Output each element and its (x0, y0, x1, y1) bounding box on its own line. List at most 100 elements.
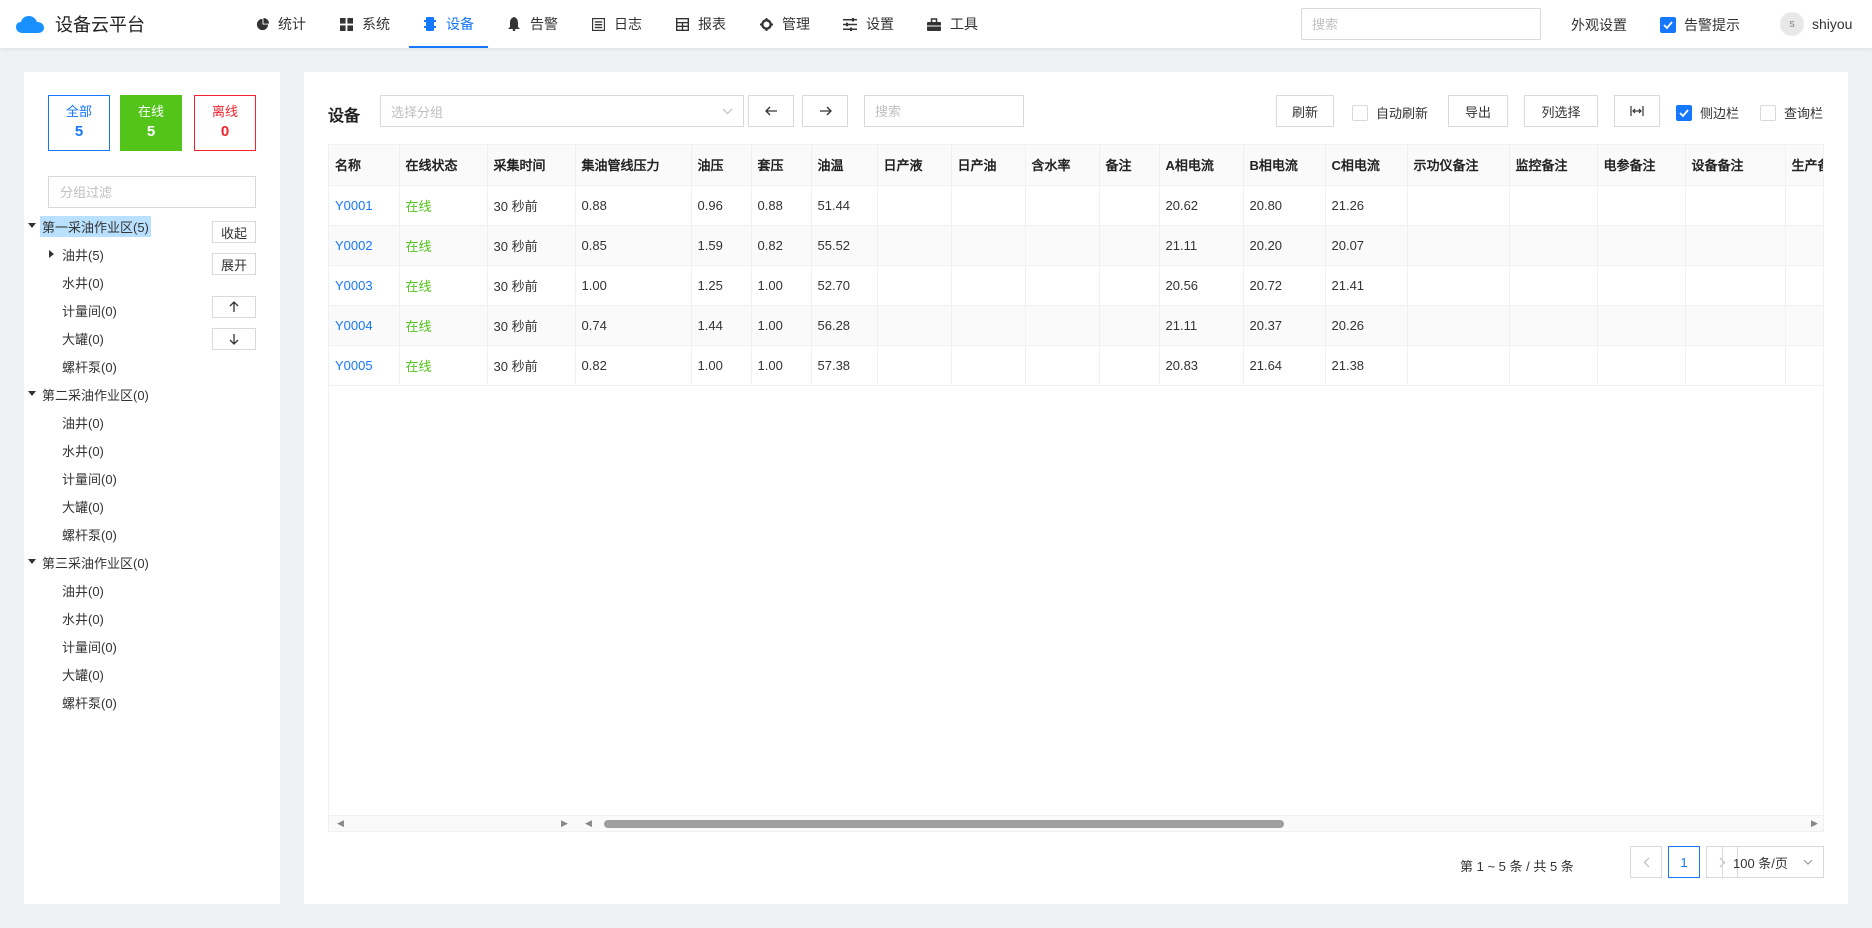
tree-node[interactable]: 大罐(0) (44, 327, 106, 349)
nav-item-stats[interactable]: 统计 (241, 0, 320, 48)
tree-node[interactable]: 大罐(0) (44, 663, 106, 685)
column-header[interactable]: 监控备注 (1509, 145, 1598, 186)
column-header[interactable]: 日产液 (877, 145, 952, 186)
column-header[interactable]: 设备备注 (1685, 145, 1786, 186)
scroll-right-icon[interactable]: ▶ (1811, 818, 1818, 829)
scrollbar-thumb[interactable] (604, 820, 1284, 828)
device-name-link[interactable]: Y0004 (329, 305, 400, 346)
stat-all-button[interactable]: 全部 5 (48, 95, 110, 151)
stat-online-button[interactable]: 在线 5 (120, 95, 182, 151)
column-header[interactable]: 生产备注 (1785, 145, 1823, 186)
column-header[interactable]: 采集时间 (487, 145, 576, 186)
device-search-input[interactable] (864, 95, 1024, 127)
page-size-select[interactable]: 100 条/页 (1722, 846, 1824, 878)
nav-item-log[interactable]: 日志 (577, 0, 656, 48)
tree-node[interactable]: 油井(0) (44, 579, 106, 601)
tree-node-label: 计量间(0) (62, 639, 117, 655)
move-down-button[interactable] (212, 328, 256, 350)
nav-item-system[interactable]: 系统 (325, 0, 404, 48)
brand[interactable]: 设备云平台 (15, 11, 215, 37)
nav-item-alarm[interactable]: 告警 (493, 0, 572, 48)
tree-node[interactable]: 大罐(0) (44, 495, 106, 517)
tree-node[interactable]: 水井(0) (44, 271, 106, 293)
table-row[interactable]: Y0003 在线 30 秒前 1.00 1.25 1.00 52.70 20.56 20.72 2… (329, 265, 1823, 306)
header-search-input[interactable] (1301, 8, 1541, 40)
column-header[interactable]: 套压 (751, 145, 812, 186)
tree-node[interactable]: 计量间(0) (44, 299, 119, 321)
device-name-link[interactable]: Y0003 (329, 265, 400, 306)
query-bar-toggle-checkbox[interactable]: 查询栏 (1760, 103, 1823, 122)
caret-right-icon[interactable] (44, 250, 60, 258)
horizontal-scrollbar[interactable]: ◀ ▶ ◀ ▶ (329, 815, 1823, 831)
group-filter-input[interactable] (48, 176, 256, 208)
table-row[interactable]: Y0004 在线 30 秒前 0.74 1.44 1.00 56.28 21.11 20.37 2… (329, 305, 1823, 346)
column-header[interactable]: C相电流 (1325, 145, 1408, 186)
prev-group-button[interactable] (748, 95, 794, 127)
column-header[interactable]: A相电流 (1159, 145, 1244, 186)
tree-node[interactable]: 水井(0) (44, 439, 106, 461)
tree-node-label: 油井(0) (62, 415, 104, 431)
tree-node[interactable]: 油井(0) (44, 411, 106, 433)
tree-node[interactable]: 第一采油作业区(5) (24, 215, 151, 237)
tree-node-label: 水井(0) (62, 443, 104, 459)
caret-down-icon[interactable] (24, 223, 40, 229)
device-name-link[interactable]: Y0001 (329, 185, 400, 226)
column-header[interactable]: 日产油 (951, 145, 1026, 186)
alarm-hint-label: 告警提示 (1684, 17, 1740, 33)
device-name-link[interactable]: Y0002 (329, 225, 400, 266)
page-number-button[interactable]: 1 (1668, 846, 1700, 878)
expand-button[interactable]: 展开 (212, 253, 256, 275)
prev-page-button[interactable] (1630, 846, 1662, 878)
scroll-left-icon[interactable]: ◀ (585, 818, 592, 829)
tree-node[interactable]: 水井(0) (44, 607, 106, 629)
tree-node[interactable]: 螺杆泵(0) (44, 691, 119, 713)
column-header[interactable]: 集油管线压力 (575, 145, 692, 186)
nav-item-device[interactable]: 设备 (409, 0, 488, 48)
tree-node[interactable]: 螺杆泵(0) (44, 355, 119, 377)
nav-item-settings[interactable]: 设置 (829, 0, 908, 48)
scroll-right-icon[interactable]: ▶ (561, 818, 568, 829)
table-row[interactable]: Y0001 在线 30 秒前 0.88 0.96 0.88 51.44 20.62 20.80 2… (329, 185, 1823, 226)
fit-width-button[interactable] (1614, 95, 1660, 127)
caret-down-icon[interactable] (24, 391, 40, 397)
table-row[interactable]: Y0005 在线 30 秒前 0.82 1.00 1.00 57.38 20.83 21.64 2… (329, 345, 1823, 386)
user-menu[interactable]: s shiyou (1780, 12, 1852, 36)
nav-item-tools[interactable]: 工具 (913, 0, 992, 48)
collapse-button[interactable]: 收起 (212, 221, 256, 243)
tree-node[interactable]: 计量间(0) (44, 635, 119, 657)
table-cell (951, 225, 1026, 266)
tree-node[interactable]: 油井(5) (44, 243, 106, 265)
group-select[interactable]: 选择分组 (380, 95, 744, 127)
tree-node[interactable]: 计量间(0) (44, 467, 119, 489)
alarm-hint-checkbox[interactable]: 告警提示 (1660, 15, 1740, 35)
column-header[interactable]: 在线状态 (399, 145, 488, 186)
column-header[interactable]: 含水率 (1025, 145, 1100, 186)
column-header[interactable]: 名称 (329, 145, 400, 186)
scroll-left-icon[interactable]: ◀ (337, 818, 344, 829)
group-sidebar: 全部 5 在线 5 离线 0 第一采油作业区(5) 油井(5) 水井(0) 计量间(0… (24, 72, 280, 904)
column-select-button[interactable]: 列选择 (1524, 95, 1598, 127)
column-header[interactable]: 示功仪备注 (1407, 145, 1510, 186)
refresh-button[interactable]: 刷新 (1276, 95, 1334, 127)
table-row[interactable]: Y0002 在线 30 秒前 0.85 1.59 0.82 55.52 21.11 20.20 2… (329, 225, 1823, 266)
tree-node[interactable]: 螺杆泵(0) (44, 523, 119, 545)
nav-item-report[interactable]: 报表 (661, 0, 740, 48)
export-button[interactable]: 导出 (1448, 95, 1508, 127)
device-name-link[interactable]: Y0005 (329, 345, 400, 386)
nav-item-manage[interactable]: 管理 (745, 0, 824, 48)
sidebar-toggle-checkbox[interactable]: 侧边栏 (1676, 103, 1739, 122)
move-up-button[interactable] (212, 296, 256, 318)
auto-refresh-checkbox[interactable]: 自动刷新 (1352, 103, 1428, 122)
column-header[interactable]: 油温 (811, 145, 878, 186)
appearance-settings-link[interactable]: 外观设置 (1571, 15, 1627, 35)
column-header[interactable]: 电参备注 (1597, 145, 1686, 186)
column-header[interactable]: 备注 (1099, 145, 1160, 186)
next-group-button[interactable] (802, 95, 848, 127)
caret-down-icon[interactable] (24, 559, 40, 565)
column-header[interactable]: 油压 (691, 145, 752, 186)
tree-node[interactable]: 第三采油作业区(0) (24, 551, 151, 573)
column-header[interactable]: B相电流 (1243, 145, 1326, 186)
nav-label: 报表 (698, 16, 726, 32)
tree-node[interactable]: 第二采油作业区(0) (24, 383, 151, 405)
stat-offline-button[interactable]: 离线 0 (194, 95, 256, 151)
